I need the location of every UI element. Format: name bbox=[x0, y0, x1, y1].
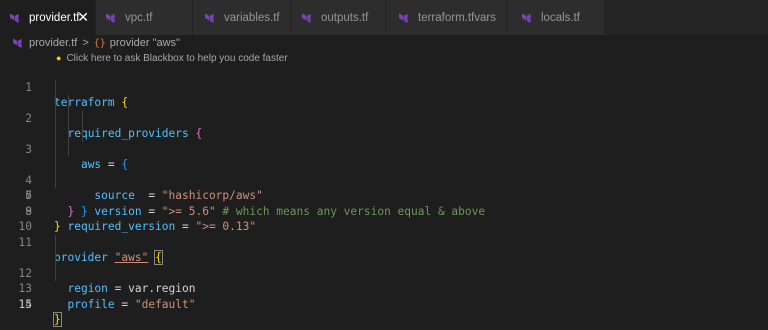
code-keyword: profile bbox=[67, 297, 115, 311]
indent-guide bbox=[55, 126, 56, 142]
indent-guide bbox=[55, 265, 56, 281]
breadcrumb-file[interactable]: provider.tf bbox=[29, 37, 77, 49]
code-line: 14 bbox=[0, 265, 768, 311]
code-line: 5 version = ">= 5.6" # which means any v… bbox=[0, 126, 768, 218]
tab-bar-empty-area bbox=[605, 0, 768, 35]
code-line: 6 } bbox=[0, 141, 768, 218]
code-line: 2 required_providers { bbox=[0, 79, 768, 140]
editor-tab-bar: provider.tf ✕ vpc.tf variables.tf output… bbox=[0, 0, 768, 35]
line-number: 15 bbox=[18, 297, 32, 311]
tab-label: vpc.tf bbox=[125, 11, 153, 24]
code-content: } bbox=[53, 312, 62, 328]
indent-guide bbox=[55, 110, 56, 126]
code-line: 4 source = "hashicorp/aws" bbox=[0, 110, 768, 202]
code-line: 15 } bbox=[0, 281, 768, 327]
tab-variables-tf[interactable]: variables.tf bbox=[193, 0, 291, 35]
chevron-right-icon: > bbox=[82, 37, 89, 49]
code-string: "default" bbox=[134, 297, 196, 311]
tab-provider-tf[interactable]: provider.tf ✕ bbox=[0, 0, 96, 35]
indent-guide bbox=[68, 141, 69, 157]
indent-guide bbox=[82, 126, 83, 142]
code-line: 11 provider "aws" { bbox=[0, 219, 768, 265]
breadcrumb-symbol[interactable]: provider "aws" bbox=[110, 37, 180, 49]
tab-outputs-tf[interactable]: outputs.tf bbox=[291, 0, 386, 35]
indent-guide bbox=[55, 79, 56, 95]
text-cursor bbox=[60, 313, 62, 327]
codelens-text[interactable]: Click here to ask Blackbox to help you c… bbox=[66, 53, 287, 64]
indent-guide bbox=[68, 95, 69, 111]
code-line: 13 profile = "default" bbox=[0, 250, 768, 311]
tab-label: locals.tf bbox=[541, 11, 580, 24]
terraform-icon bbox=[522, 13, 531, 23]
terraform-icon bbox=[399, 13, 408, 23]
tab-terraform-tfvars[interactable]: terraform.tfvars bbox=[386, 0, 507, 35]
code-line: 8 required_version = ">= 0.13" bbox=[0, 172, 768, 233]
indent-guide bbox=[68, 110, 69, 126]
indent-guide bbox=[55, 157, 56, 173]
terraform-icon bbox=[205, 13, 214, 23]
code-line: 10 bbox=[0, 204, 768, 233]
terraform-icon bbox=[106, 13, 115, 23]
tab-vpc-tf[interactable]: vpc.tf bbox=[96, 0, 193, 35]
codelens-hint[interactable]: ● Click here to ask Blackbox to help you… bbox=[56, 51, 288, 65]
symbol-braces-icon: {} bbox=[93, 37, 106, 49]
code-operator: = bbox=[114, 297, 135, 311]
terraform-icon bbox=[13, 38, 22, 48]
code-content: profile = "default" bbox=[54, 297, 195, 313]
indent-guide bbox=[55, 250, 56, 266]
breadcrumb: provider.tf > {} provider "aws" bbox=[0, 35, 768, 51]
indent-guide bbox=[55, 141, 56, 157]
code-line: 12 region = var.region bbox=[0, 234, 768, 295]
indent-guide bbox=[68, 126, 69, 142]
close-icon[interactable]: ✕ bbox=[77, 10, 89, 24]
tab-label: outputs.tf bbox=[321, 11, 369, 24]
code-line: 9 } bbox=[0, 188, 768, 234]
indent-guide bbox=[55, 95, 56, 111]
terraform-icon bbox=[302, 13, 311, 23]
code-bracket: } bbox=[53, 312, 62, 327]
tab-label: terraform.tfvars bbox=[418, 11, 496, 24]
terraform-icon bbox=[10, 13, 19, 23]
indent-guide bbox=[55, 234, 56, 250]
code-line: 7 } bbox=[0, 157, 768, 218]
code-line: 1 terraform { bbox=[0, 64, 768, 110]
tab-locals-tf[interactable]: locals.tf bbox=[507, 0, 605, 35]
indent-guide bbox=[82, 110, 83, 126]
indent-guide bbox=[55, 172, 56, 188]
code-line: 3 aws = { bbox=[0, 95, 768, 171]
tab-label: provider.tf bbox=[29, 11, 80, 24]
tab-label: variables.tf bbox=[224, 11, 280, 24]
code-editor[interactable]: 1 terraform { 2 required_providers { 3 a… bbox=[0, 64, 768, 327]
lightbulb-icon: ● bbox=[56, 53, 62, 63]
